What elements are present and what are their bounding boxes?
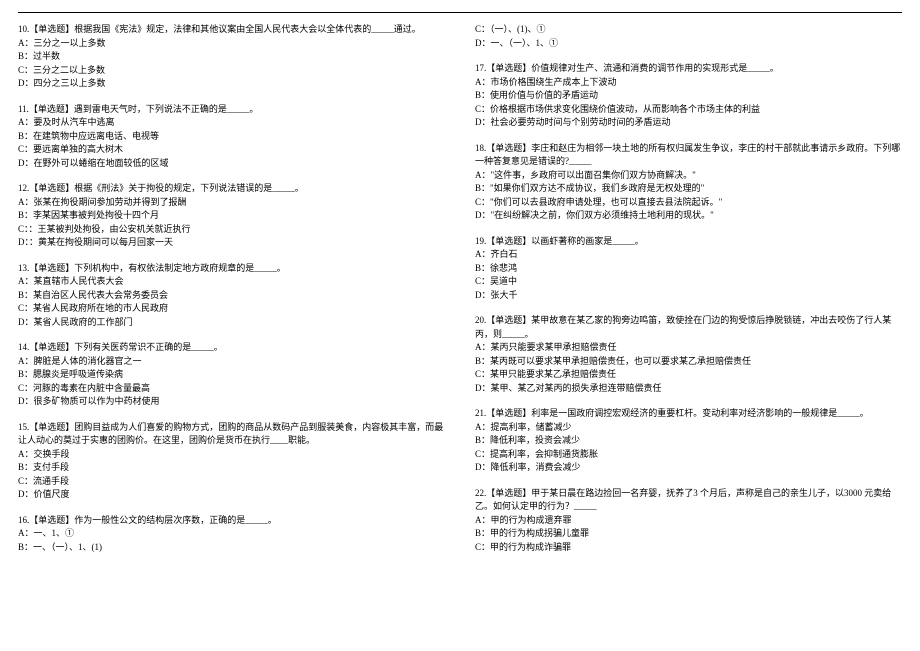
option: C：三分之二以上多数 [18,64,445,78]
question-text: 15.【单选题】团购目益成为人们喜爱的购物方式，团购的商品从数码产品到服装美食，… [18,421,445,448]
option: C："你们可以去县政府申请处理，也可以直接去县法院起诉。" [475,196,902,210]
option: B：徐悲鸿 [475,262,902,276]
option: A：一、1、① [18,527,445,541]
option: D：降低利率，消费会减少 [475,461,902,475]
question-block: 19.【单选题】以画虾著称的画家是_____。A：齐白石B：徐悲鸿C：吴道中D：… [475,235,902,303]
option: A：三分之一以上多数 [18,37,445,51]
question-block: 13.【单选题】下列机构中，有权依法制定地方政府规章的是_____。A：某直辖市… [18,262,445,330]
question-text: 14.【单选题】下列有关医药常识不正确的是_____。 [18,341,445,355]
question-block: 18.【单选题】李庄和赵庄为相邻一块土地的所有权归属发生争议，李庄的村干部就此事… [475,142,902,223]
question-text: 16.【单选题】作为一般性公文的结构层次序数，正确的是_____。 [18,514,445,528]
option: C：价格根据市场供求变化围绕价值波动，从而影响各个市场主体的利益 [475,103,902,117]
question-text: 18.【单选题】李庄和赵庄为相邻一块土地的所有权归属发生争议，李庄的村干部就此事… [475,142,902,169]
option: C：提高利率，会抑制通货膨胀 [475,448,902,462]
right-column: C：（一）、(1)、①D：一、（一）、1、① 17.【单选题】价值规律对生产、流通… [475,23,902,566]
question-text: 20.【单选题】某甲故意在某乙家的狗旁边鸣笛，致使拴在门边的狗受惊后挣脱锁链，冲… [475,314,902,341]
option: B："如果你们双方达不成协议，我们乡政府是无权处理的" [475,182,902,196]
question-block: 22.【单选题】甲于某日晨在路边捡回一名弃婴，抚养了3 个月后，声称是自己的亲生… [475,487,902,555]
question-text: 22.【单选题】甲于某日晨在路边捡回一名弃婴，抚养了3 个月后，声称是自己的亲生… [475,487,902,514]
question-block: 14.【单选题】下列有关医药常识不正确的是_____。A：脾脏是人体的消化器官之… [18,341,445,409]
option: B：李某因某事被判处拘役十四个月 [18,209,445,223]
option: A：提高利率，储蓄减少 [475,421,902,435]
question-block: 12.【单选题】根据《刑法》关于拘役的规定，下列说法错误的是_____。A：张某… [18,182,445,250]
option: C：：王某被判处拘役，由公安机关就近执行 [18,223,445,237]
option: D：四分之三以上多数 [18,77,445,91]
option: B：支付手段 [18,461,445,475]
option: C：某省人民政府所在地的市人民政府 [18,302,445,316]
question-block: 17.【单选题】价值规律对生产、流通和消费的调节作用的实现形式是_____。A：… [475,62,902,130]
top-rule [18,12,902,13]
question-text: 19.【单选题】以画虾著称的画家是_____。 [475,235,902,249]
option: B：某自治区人民代表大会常务委员会 [18,289,445,303]
question-text: 13.【单选题】下列机构中，有权依法制定地方政府规章的是_____。 [18,262,445,276]
question-text: 21.【单选题】利率是一国政府调控宏观经济的重要杠杆。变动利率对经济影响的一般规… [475,407,902,421]
question-text: 11.【单选题】遇到雷电天气时，下列说法不正确的是_____。 [18,103,445,117]
question-text: 17.【单选题】价值规律对生产、流通和消费的调节作用的实现形式是_____。 [475,62,902,76]
question-block: 10.【单选题】根据我国《宪法》规定，法律和其他议案由全国人民代表大会以全体代表… [18,23,445,91]
option: B：使用价值与价值的矛盾运动 [475,89,902,103]
question-block: 20.【单选题】某甲故意在某乙家的狗旁边鸣笛，致使拴在门边的狗受惊后挣脱锁链，冲… [475,314,902,395]
option: D：在野外可以蜷缩在地面较低的区域 [18,157,445,171]
option: A：脾脏是人体的消化器官之一 [18,355,445,369]
option: D：社会必要劳动时间与个别劳动时间的矛盾运动 [475,116,902,130]
option: A：张某在拘役期间参加劳动并得到了报酬 [18,196,445,210]
option: C：（一）、(1)、① [475,23,902,37]
question-block: C：（一）、(1)、①D：一、（一）、1、① [475,23,902,50]
option: D："在纠纷解决之前，你们双方必须维持土地利用的现状。" [475,209,902,223]
option: C：河豚的毒素在内脏中含量最高 [18,382,445,396]
option: D：一、（一）、1、① [475,37,902,51]
option: D：张大千 [475,289,902,303]
question-text: 10.【单选题】根据我国《宪法》规定，法律和其他议案由全国人民代表大会以全体代表… [18,23,445,37]
option: B：降低利率，投资会减少 [475,434,902,448]
option: D：某甲、某乙对某丙的损失承担连带赔偿责任 [475,382,902,396]
option: A：齐白石 [475,248,902,262]
option: B：甲的行为构成拐骗儿童罪 [475,527,902,541]
option: B：过半数 [18,50,445,64]
option: A：交换手段 [18,448,445,462]
question-block: 16.【单选题】作为一般性公文的结构层次序数，正确的是_____。A：一、1、①… [18,514,445,555]
option: A：要及时从汽车中逃离 [18,116,445,130]
option: B：在建筑物中应远离电话、电视等 [18,130,445,144]
question-text: 12.【单选题】根据《刑法》关于拘役的规定，下列说法错误的是_____。 [18,182,445,196]
option: C：甲的行为构成诈骗罪 [475,541,902,555]
question-block: 15.【单选题】团购目益成为人们喜爱的购物方式，团购的商品从数码产品到服装美食，… [18,421,445,502]
option: C：要远离单独的高大树木 [18,143,445,157]
option: D：：黄某在拘役期间可以每月回家一天 [18,236,445,250]
question-block: 11.【单选题】遇到雷电天气时，下列说法不正确的是_____。A：要及时从汽车中… [18,103,445,171]
question-block: 21.【单选题】利率是一国政府调控宏观经济的重要杠杆。变动利率对经济影响的一般规… [475,407,902,475]
option: C：流通手段 [18,475,445,489]
option: D：很多矿物质可以作为中药材使用 [18,395,445,409]
two-column-layout: 10.【单选题】根据我国《宪法》规定，法律和其他议案由全国人民代表大会以全体代表… [18,23,902,566]
option: C：吴道中 [475,275,902,289]
option: B：某丙既可以要求某甲承担赔偿责任，也可以要求某乙承担赔偿责任 [475,355,902,369]
option: D：某省人民政府的工作部门 [18,316,445,330]
option: B：一、（一）、1、(1) [18,541,445,555]
option: A：市场价格围绕生产成本上下波动 [475,76,902,90]
option: C：某甲只能要求某乙承担赔偿责任 [475,368,902,382]
option: A：某直辖市人民代表大会 [18,275,445,289]
left-column: 10.【单选题】根据我国《宪法》规定，法律和其他议案由全国人民代表大会以全体代表… [18,23,445,566]
option: B：腮腺炎是呼吸道传染病 [18,368,445,382]
option: D：价值尺度 [18,488,445,502]
option: A：某丙只能要求某甲承担赔偿责任 [475,341,902,355]
option: A："这件事，乡政府可以出面召集你们双方协商解决。" [475,169,902,183]
option: A：甲的行为构成遗弃罪 [475,514,902,528]
